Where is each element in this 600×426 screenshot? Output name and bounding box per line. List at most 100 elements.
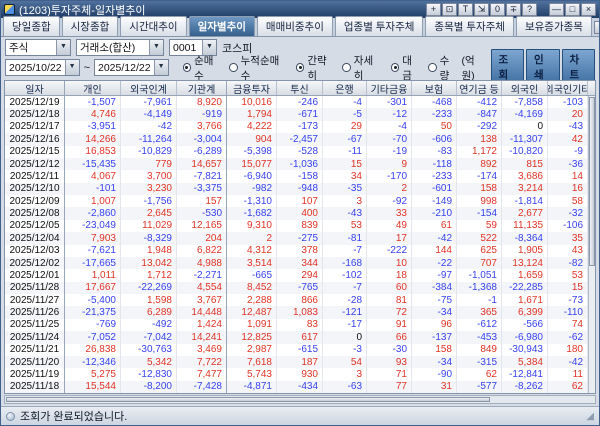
table-row[interactable]: 2025/12/18 4,746 -4,149 -919 1,794 -671 -5 -12-… — [5, 108, 588, 121]
table-row[interactable]: 2025/12/11 4,067 3,700 -7,821 -6,940 -158 34 -1… — [5, 170, 588, 183]
tab-6[interactable]: 종목별 투자주체 — [425, 16, 514, 36]
column-header[interactable]: 일자 — [5, 81, 65, 95]
tab-0[interactable]: 당일종합 — [3, 16, 60, 36]
radio-icon[interactable] — [390, 63, 400, 72]
tab-5[interactable]: 업종별 투자주체 — [334, 16, 424, 36]
table-row[interactable]: 2025/11/25 -769 -492 1,424 1,091 83 -17 91 96 -61… — [5, 318, 588, 332]
column-header[interactable]: 금융투자 — [227, 81, 277, 95]
chevron-down-icon[interactable]: ▼ — [153, 60, 168, 75]
radio-option[interactable]: 누적순매수 — [229, 53, 286, 83]
date-from-select[interactable]: 2025/10/22 ▼ — [5, 59, 80, 76]
radio-icon[interactable] — [182, 63, 192, 72]
radio-option[interactable]: 간략히 — [295, 53, 334, 83]
table-cell: -168 — [323, 256, 367, 270]
chevron-down-icon[interactable]: ▼ — [64, 60, 79, 75]
table-cell: -97 — [412, 269, 457, 282]
column-header[interactable]: 은행 — [323, 81, 367, 95]
table-row[interactable]: 2025/12/04 7,903 -8,329 204 2 -275 -81 17 -42 522… — [5, 232, 588, 245]
tab-3[interactable]: 일자별추이 — [188, 16, 255, 36]
table-row[interactable]: 2025/12/09 1,007 -1,756 157 -1,310 107 3 -92 -14… — [5, 195, 588, 208]
table-cell: 0 — [323, 331, 367, 344]
table-row[interactable]: 2025/12/01 1,011 1,712 -2,271 -665 294 -102 18-… — [5, 269, 588, 282]
table-row[interactable]: 2025/12/15 16,853 -10,829 -6,289 -5,398 -528-… — [5, 145, 588, 158]
radio-icon[interactable] — [229, 63, 238, 72]
minimize-button[interactable]: — — [549, 3, 564, 16]
table-row[interactable]: 2025/11/20 -12,346 5,342 7,722 7,618 187 54 93-… — [5, 355, 588, 369]
table-row[interactable]: 2025/12/19 -1,507 -7,961 8,920 10,016 -246 -4-… — [5, 96, 588, 109]
table-row[interactable]: 2025/11/28 17,667 -22,269 4,554 8,452 -765 -7 6… — [5, 281, 588, 294]
table-row[interactable]: 2025/12/03 -7,621 1,948 6,822 4,312 378 -7 -222… — [5, 244, 588, 257]
table-row[interactable]: 2025/12/08 -2,860 2,645 -530 -1,682 400 -43 33-… — [5, 207, 588, 220]
close-button[interactable]: × — [581, 3, 596, 16]
table-cell: 2025/11/28 — [5, 281, 65, 294]
table-row[interactable]: 2025/12/12 -15,435 779 14,657 15,077 -1,036 15… — [5, 157, 588, 171]
horizontal-scrollbar[interactable] — [4, 395, 596, 404]
table-row[interactable]: 2025/11/24 -7,052 -7,042 14,241 12,825 617 0 66… — [5, 331, 588, 344]
screen-button[interactable]: ⊡ — [442, 3, 457, 16]
column-header[interactable]: 외국인기타 — [548, 81, 588, 95]
table-cell: 9,310 — [227, 219, 277, 233]
table-row[interactable]: 2025/11/19 5,275 -12,830 7,477 5,743 930 3 71 -9… — [5, 368, 588, 381]
table-row[interactable]: 2025/11/26 -21,375 6,289 14,448 12,487 1,083-… — [5, 306, 588, 319]
table-cell: 13,042 — [121, 256, 177, 270]
help-button[interactable]: ? — [522, 3, 537, 16]
column-header[interactable]: 보험 — [412, 81, 457, 95]
radio-icon[interactable] — [342, 63, 351, 72]
table-row[interactable]: 2025/11/18 15,544 -8,200 -7,428 -4,871 -434 -6… — [5, 380, 588, 393]
tab-7[interactable]: 보유증가종목 — [515, 16, 592, 36]
t-button[interactable]: T — [458, 3, 473, 16]
column-header[interactable]: 외국인 — [502, 81, 548, 95]
control-row: 2025/10/22 ▼ ~ 2025/12/22 ▼ 순매수 누적순매수 간략히 자… — [1, 49, 599, 86]
table-cell: 29 — [323, 120, 367, 134]
table-row[interactable]: 2025/11/27 -5,400 1,598 3,767 2,288 866 -28 81-… — [5, 294, 588, 307]
tab-1[interactable]: 시장종합 — [61, 16, 119, 36]
table-row[interactable]: 2025/12/10 -101 3,230 -3,375 -982 -948 -35 2 -60… — [5, 182, 588, 195]
vertical-scrollbar[interactable] — [588, 96, 595, 393]
radio-option[interactable]: 순매수 — [182, 53, 222, 83]
table-cell: -42 — [121, 120, 177, 134]
table-row[interactable]: 2025/12/16 14,266 -11,264 -3,004 904 -2,457 -6… — [5, 133, 588, 146]
radio-label: 간략히 — [307, 54, 327, 82]
radio-option[interactable]: 대금 — [390, 53, 420, 83]
table-row[interactable]: 2025/11/21 26,838 -30,763 3,469 2,987 -615 -3-… — [5, 343, 588, 356]
table-row[interactable]: 2025/12/02 -17,665 13,042 4,988 3,514 344 -168… — [5, 256, 588, 270]
table-cell: 11,029 — [121, 219, 177, 233]
radio-option[interactable]: 수량 — [428, 53, 457, 83]
tab-scroll-left-icon[interactable]: ◄ — [593, 21, 599, 34]
table-row[interactable]: 2025/12/17 -3,951 -42 3,766 4,222 -173 29 -4 50-… — [5, 120, 588, 134]
pin-button[interactable]: ∓ — [506, 3, 521, 16]
column-header[interactable]: 연기금 등 — [457, 81, 502, 95]
resize-grip-icon[interactable]: ◢ — [586, 411, 594, 422]
horizontal-scrollbar-thumb[interactable] — [6, 397, 490, 402]
maximize-button[interactable]: □ — [565, 3, 580, 16]
table-row[interactable]: 2025/12/05 -23,049 11,029 12,165 9,310 839 53 4… — [5, 219, 588, 233]
table-cell: 2025/11/21 — [5, 343, 65, 356]
tab-4[interactable]: 매매비중추이 — [256, 16, 333, 36]
column-header[interactable]: 개인 — [65, 81, 121, 95]
table-cell: 1,424 — [177, 318, 227, 332]
table-cell: 34 — [323, 170, 367, 183]
vertical-scrollbar-thumb[interactable] — [589, 97, 595, 267]
radio-icon[interactable] — [295, 63, 305, 72]
column-header[interactable]: 외국인계 — [121, 81, 177, 95]
table-cell: 138 — [457, 133, 502, 146]
chevron-down-icon[interactable]: ▼ — [149, 40, 163, 55]
column-header[interactable]: 투신 — [277, 81, 323, 95]
chevron-down-icon[interactable]: ▼ — [56, 40, 70, 55]
zero-button[interactable]: 0 — [490, 3, 505, 16]
exchange-select[interactable]: 거래소(합산) ▼ — [76, 39, 164, 56]
market-select[interactable]: 주식 ▼ — [5, 39, 71, 56]
radio-option[interactable]: 자세히 — [342, 53, 380, 83]
table-cell: -92 — [367, 195, 412, 208]
add-button[interactable]: + — [426, 3, 441, 16]
column-header[interactable]: 기관계 — [177, 81, 227, 95]
table-cell: 77 — [367, 380, 412, 393]
table-cell: -22 — [412, 256, 457, 270]
resize-mode-button[interactable]: ⇲ — [474, 3, 489, 16]
radio-icon[interactable] — [428, 63, 437, 72]
column-header[interactable]: 기타금융 — [367, 81, 412, 95]
date-to-select[interactable]: 2025/12/22 ▼ — [94, 59, 169, 76]
table-cell: 4,067 — [65, 170, 121, 183]
tab-2[interactable]: 시간대추이 — [120, 16, 187, 36]
table-cell: 839 — [277, 219, 323, 233]
